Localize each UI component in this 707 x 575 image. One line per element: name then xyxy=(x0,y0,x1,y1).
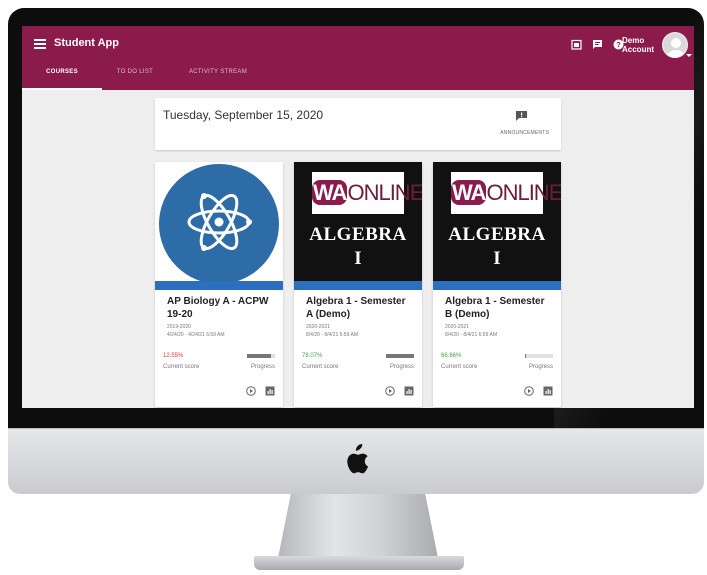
play-icon[interactable] xyxy=(246,386,256,396)
apple-logo-icon xyxy=(347,444,369,474)
course-accent-bar xyxy=(294,281,422,290)
course-card[interactable]: WAONLINE ALGEBRA I Algebra 1 - Semester … xyxy=(433,162,561,407)
progress-bar xyxy=(247,354,275,358)
course-dates: 4/24/20 - 4/24/21 6:59 AM xyxy=(167,332,225,338)
score-label: Current score xyxy=(163,364,200,370)
grades-icon[interactable] xyxy=(404,386,414,396)
progress-label: Progress xyxy=(250,364,275,370)
course-term: 2020-2021 xyxy=(306,324,330,330)
user-name[interactable]: Demo Account xyxy=(622,36,656,54)
current-score: 78.07% xyxy=(302,353,323,359)
progress-bar xyxy=(525,354,553,358)
thumbnail-title: ALGEBRA xyxy=(448,224,546,245)
play-icon[interactable] xyxy=(385,386,395,396)
course-thumbnail[interactable]: WAONLINE ALGEBRA I xyxy=(433,162,561,281)
wa-logo-text: WA xyxy=(312,180,347,205)
online-logo-text: ONLINE xyxy=(486,180,561,205)
progress-label: Progress xyxy=(389,364,414,370)
calendar-icon[interactable] xyxy=(570,38,582,50)
grades-icon[interactable] xyxy=(543,386,553,396)
score-label: Current score xyxy=(441,364,478,370)
card-actions xyxy=(524,386,553,396)
progress-fill xyxy=(525,354,527,358)
wa-logo-text: WA xyxy=(451,180,486,205)
progress-label: Progress xyxy=(528,364,553,370)
current-date: Tuesday, September 15, 2020 xyxy=(163,108,324,122)
course-thumbnail[interactable] xyxy=(155,162,283,281)
tab-activity-stream[interactable]: ACTIVITY STREAM xyxy=(168,66,268,90)
app-title: Student App xyxy=(54,37,119,49)
course-title[interactable]: AP Biology A - ACPW 19-20 xyxy=(167,295,275,321)
course-accent-bar xyxy=(155,281,283,290)
tab-courses[interactable]: COURSES xyxy=(22,66,102,90)
chevron-down-icon[interactable] xyxy=(686,54,692,57)
atom-icon xyxy=(159,164,279,281)
course-accent-bar xyxy=(433,281,561,290)
course-dates: 8/4/20 - 8/4/21 6:59 AM xyxy=(306,332,358,338)
course-dates: 8/4/20 - 8/4/21 6:59 AM xyxy=(445,332,497,338)
score-label: Current score xyxy=(302,364,339,370)
menu-icon[interactable] xyxy=(34,39,46,49)
course-term: 2019-2020 xyxy=(167,324,191,330)
course-title[interactable]: Algebra 1 - Semester B (Demo) xyxy=(445,295,553,321)
screen: Student App ? Demo Account COURSES TO DO… xyxy=(22,26,694,408)
course-card[interactable]: AP Biology A - ACPW 19-20 2019-2020 4/24… xyxy=(155,162,283,407)
progress-fill xyxy=(247,354,271,358)
course-term: 2020-2021 xyxy=(445,324,469,330)
app-bar: Student App ? Demo Account COURSES TO DO… xyxy=(22,26,694,90)
avatar[interactable] xyxy=(662,32,688,58)
header-actions: ? xyxy=(570,38,624,50)
thumbnail-subtitle: I xyxy=(493,248,501,269)
thumbnail-title: ALGEBRA xyxy=(309,224,407,245)
grades-icon[interactable] xyxy=(265,386,275,396)
card-actions xyxy=(246,386,275,396)
user-avatar-icon xyxy=(667,38,685,57)
message-icon[interactable] xyxy=(591,38,603,50)
waonline-logo: WAONLINE xyxy=(312,172,422,214)
course-card[interactable]: WAONLINE ALGEBRA I Algebra 1 - Semester … xyxy=(294,162,422,407)
course-thumbnail[interactable]: WAONLINE ALGEBRA I xyxy=(294,162,422,281)
thumbnail-subtitle: I xyxy=(354,248,362,269)
monitor-stand-base xyxy=(254,556,464,570)
announcement-icon[interactable] xyxy=(516,111,527,121)
progress-fill xyxy=(386,354,414,358)
waonline-logo: WAONLINE xyxy=(451,172,561,214)
announcements-link[interactable]: ANNOUNCEMENTS xyxy=(500,130,549,136)
current-score: 66.66% xyxy=(441,353,462,359)
current-score: 12.55% xyxy=(163,353,184,359)
tab-bar: COURSES TO DO LIST ACTIVITY STREAM xyxy=(22,66,268,90)
progress-bar xyxy=(386,354,414,358)
card-actions xyxy=(385,386,414,396)
course-title[interactable]: Algebra 1 - Semester A (Demo) xyxy=(306,295,414,321)
play-icon[interactable] xyxy=(524,386,534,396)
tab-to-do-list[interactable]: TO DO LIST xyxy=(102,66,168,90)
date-card: Tuesday, September 15, 2020 ANNOUNCEMENT… xyxy=(155,98,561,150)
online-logo-text: ONLINE xyxy=(347,180,422,205)
svg-text:?: ? xyxy=(616,40,621,49)
monitor-stand xyxy=(278,494,438,558)
